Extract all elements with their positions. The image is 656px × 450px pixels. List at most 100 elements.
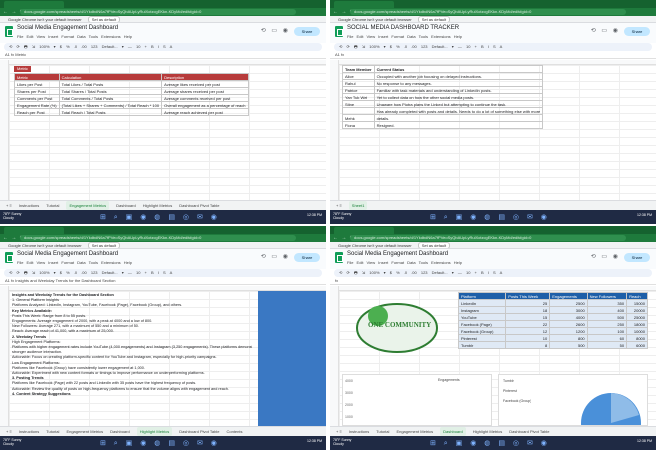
table-cell[interactable]: 10000 xyxy=(626,327,648,335)
document-title[interactable]: Social Media Engagement Dashboard xyxy=(17,25,118,31)
table-cell[interactable]: Mehk xyxy=(342,114,375,122)
sheets-logo-icon[interactable] xyxy=(335,252,343,263)
formatting-toolbar[interactable]: ⟲ ⟳ 🖶 ⇲ 100% ▾ $ % .0 .00 123 Default...… xyxy=(4,43,322,51)
formula-bar[interactable]: A1 fx xyxy=(330,51,656,59)
sheet-tab[interactable]: Instructions xyxy=(19,429,39,434)
weather-widget[interactable]: 78°F Sunny Cloudy xyxy=(3,438,21,446)
table-cell[interactable]: 6000 xyxy=(626,341,648,349)
table-cell[interactable]: 15 xyxy=(505,313,551,321)
header-icons[interactable]: ⟲ ▭ ◉ xyxy=(591,27,620,34)
table-cell[interactable]: Comments per Post xyxy=(14,94,60,102)
sheet-tab[interactable]: Instructions xyxy=(19,203,39,208)
table-cell[interactable]: Average comments received per post xyxy=(161,94,249,102)
set-default-button[interactable]: Set as default xyxy=(417,16,451,22)
sheet-tab[interactable]: Tutorial xyxy=(376,429,389,434)
table-cell[interactable]: Fiona xyxy=(342,121,375,129)
table-cell[interactable]: Average shares received per post xyxy=(161,87,249,95)
add-sheet-icon[interactable]: + ≡ xyxy=(6,429,12,434)
table-cell[interactable]: Has already completed with posts and det… xyxy=(373,107,544,115)
table-cell[interactable]: 400 xyxy=(586,306,628,314)
table-cell[interactable]: 100 xyxy=(586,327,628,335)
table-cell[interactable]: Occupied with another job focusing on de… xyxy=(373,72,544,80)
sheet-tab[interactable]: Highlight Metrics xyxy=(143,203,173,208)
table-cell[interactable]: 12 xyxy=(505,327,551,335)
table-cell[interactable]: 22 xyxy=(505,320,551,328)
menu-bar[interactable]: File Edit View Insert Format Data Tools … xyxy=(17,260,132,265)
browser-tab[interactable] xyxy=(334,227,394,234)
table-cell[interactable]: Pinterest xyxy=(457,334,507,342)
table-cell[interactable]: Reach per Post xyxy=(14,108,60,116)
table-cell[interactable]: LinkedIn xyxy=(457,299,507,307)
sheet-tab[interactable]: Dashboard Pivot Table xyxy=(509,429,549,434)
share-button[interactable]: Share xyxy=(294,253,320,262)
formula-content[interactable]: fx Insights and Weekday Trends for the D… xyxy=(11,278,115,283)
table-cell[interactable]: details. xyxy=(373,114,544,122)
browser-tab[interactable] xyxy=(4,1,64,8)
table-cell[interactable]: 60 xyxy=(586,334,628,342)
system-tray[interactable]: 12:38 PM xyxy=(307,213,322,217)
table-cell[interactable]: 8000 xyxy=(626,334,648,342)
pie-chart[interactable]: Tumblr Pinterest Facebook (Group) xyxy=(498,374,648,426)
table-cell[interactable]: 2500 xyxy=(549,299,588,307)
formatting-toolbar[interactable]: ⟲ ⟳ 🖶 ⇲ 100% ▾ $ % .0 .00 123 Default...… xyxy=(334,43,652,51)
table-cell[interactable] xyxy=(342,107,375,115)
sheet-tab[interactable]: Dashboard Pivot Table xyxy=(179,203,219,208)
browser-tab[interactable] xyxy=(4,227,64,234)
sheets-logo-icon[interactable] xyxy=(5,26,13,37)
table-cell[interactable]: Familiar with task materials and underst… xyxy=(373,86,544,94)
table-cell[interactable]: Total Likes / Total Posts xyxy=(58,80,163,88)
table-cell[interactable]: Rahul xyxy=(342,79,375,87)
share-button[interactable]: Share xyxy=(624,253,650,262)
note-line[interactable]: Actionable: Focus on creating platform-s… xyxy=(12,355,252,360)
table-cell[interactable]: Yan Tuk Wei xyxy=(342,93,375,101)
system-tray[interactable]: 12:38 PM xyxy=(637,439,652,443)
sheet-tab[interactable]: Instructions xyxy=(349,429,369,434)
address-bar[interactable]: docs.google.com/spreadsheets/d/1YkdbdN6a… xyxy=(20,235,296,241)
table-cell[interactable]: 8 xyxy=(505,341,551,349)
menu-bar[interactable]: File Edit View Insert Format Data Tools … xyxy=(17,34,132,39)
table-cell[interactable]: Total Comments / Total Posts xyxy=(58,94,163,102)
sheet-tab[interactable]: Dashboard Pivot Table xyxy=(179,429,219,434)
table-cell[interactable]: Facebook (Page) xyxy=(457,320,507,328)
table-cell[interactable]: Tumblr xyxy=(457,341,507,349)
taskbar-app-icons[interactable]: ⊞ ⌕ ▣ ◉ ◍ ▤ ◎ ✉ ◉ xyxy=(430,439,550,448)
table-cell[interactable]: 25000 xyxy=(626,313,648,321)
table-cell[interactable]: Facebook (Group) xyxy=(457,327,507,335)
sheet-tab[interactable]: Engagement Metrics xyxy=(66,201,110,210)
formatting-toolbar[interactable]: ⟲ ⟳ 🖶 ⇲ 100% ▾ $ % .0 .00 123 Default...… xyxy=(334,269,652,277)
engagement-chart[interactable]: 4000 3000 2000 1000 Engagements xyxy=(342,374,492,426)
header-icons[interactable]: ⟲ ▭ ◉ xyxy=(261,253,290,260)
table-cell[interactable]: 10 xyxy=(505,334,551,342)
menu-bar[interactable]: File Edit View Insert Format Data Tools … xyxy=(347,34,462,39)
sheet-tab[interactable]: Tutorial xyxy=(46,203,59,208)
table-cell[interactable]: Resigned. xyxy=(373,121,544,129)
table-cell[interactable]: 800 xyxy=(549,334,588,342)
address-bar[interactable]: docs.google.com/spreadsheets/d/1YkdbdN6a… xyxy=(350,235,626,241)
formula-content[interactable]: fx xyxy=(341,52,344,57)
sheet-tab[interactable]: Dashboard xyxy=(116,203,136,208)
sheets-logo-icon[interactable] xyxy=(5,252,13,263)
table-cell[interactable]: Patrice xyxy=(342,86,375,94)
document-title[interactable]: Social Media Engagement Dashboard xyxy=(17,251,118,257)
header-icons[interactable]: ⟲ ▭ ◉ xyxy=(261,27,290,34)
table-cell[interactable]: Stine xyxy=(342,100,375,108)
table-cell[interactable]: Total Reach / Total Posts xyxy=(58,108,163,116)
table-cell[interactable]: 25 xyxy=(505,299,551,307)
add-sheet-icon[interactable]: + ≡ xyxy=(6,203,12,208)
table-cell[interactable]: 15000 xyxy=(626,299,648,307)
system-tray[interactable]: 12:38 PM xyxy=(307,439,322,443)
table-cell[interactable]: Likes per Post xyxy=(14,80,60,88)
sheet-grid[interactable]: ONE COMMUNITY Platform Posts This Week Enga… xyxy=(330,286,656,426)
system-tray[interactable]: 12:38 PM xyxy=(637,213,652,217)
sheets-logo-icon[interactable] xyxy=(335,26,343,37)
weather-widget[interactable]: 78°F Sunny Cloudy xyxy=(333,438,351,446)
table-cell[interactable]: (Total Likes + Shares + Comments) / Tota… xyxy=(58,101,163,109)
sheet-tab[interactable]: Highlight Metrics xyxy=(136,427,173,436)
browser-tab[interactable] xyxy=(334,1,394,8)
table-cell[interactable]: 18000 xyxy=(626,320,648,328)
sheet-tab[interactable]: Tutorial xyxy=(46,429,59,434)
sheet-grid[interactable]: Metric Metric Calculation Description Likes … xyxy=(0,60,326,200)
table-cell[interactable]: Average reach achieved per post xyxy=(161,108,249,116)
sheet-tab[interactable]: Dashboard xyxy=(110,429,130,434)
note-line[interactable]: 4. Content Strategy Suggestions xyxy=(12,392,252,397)
